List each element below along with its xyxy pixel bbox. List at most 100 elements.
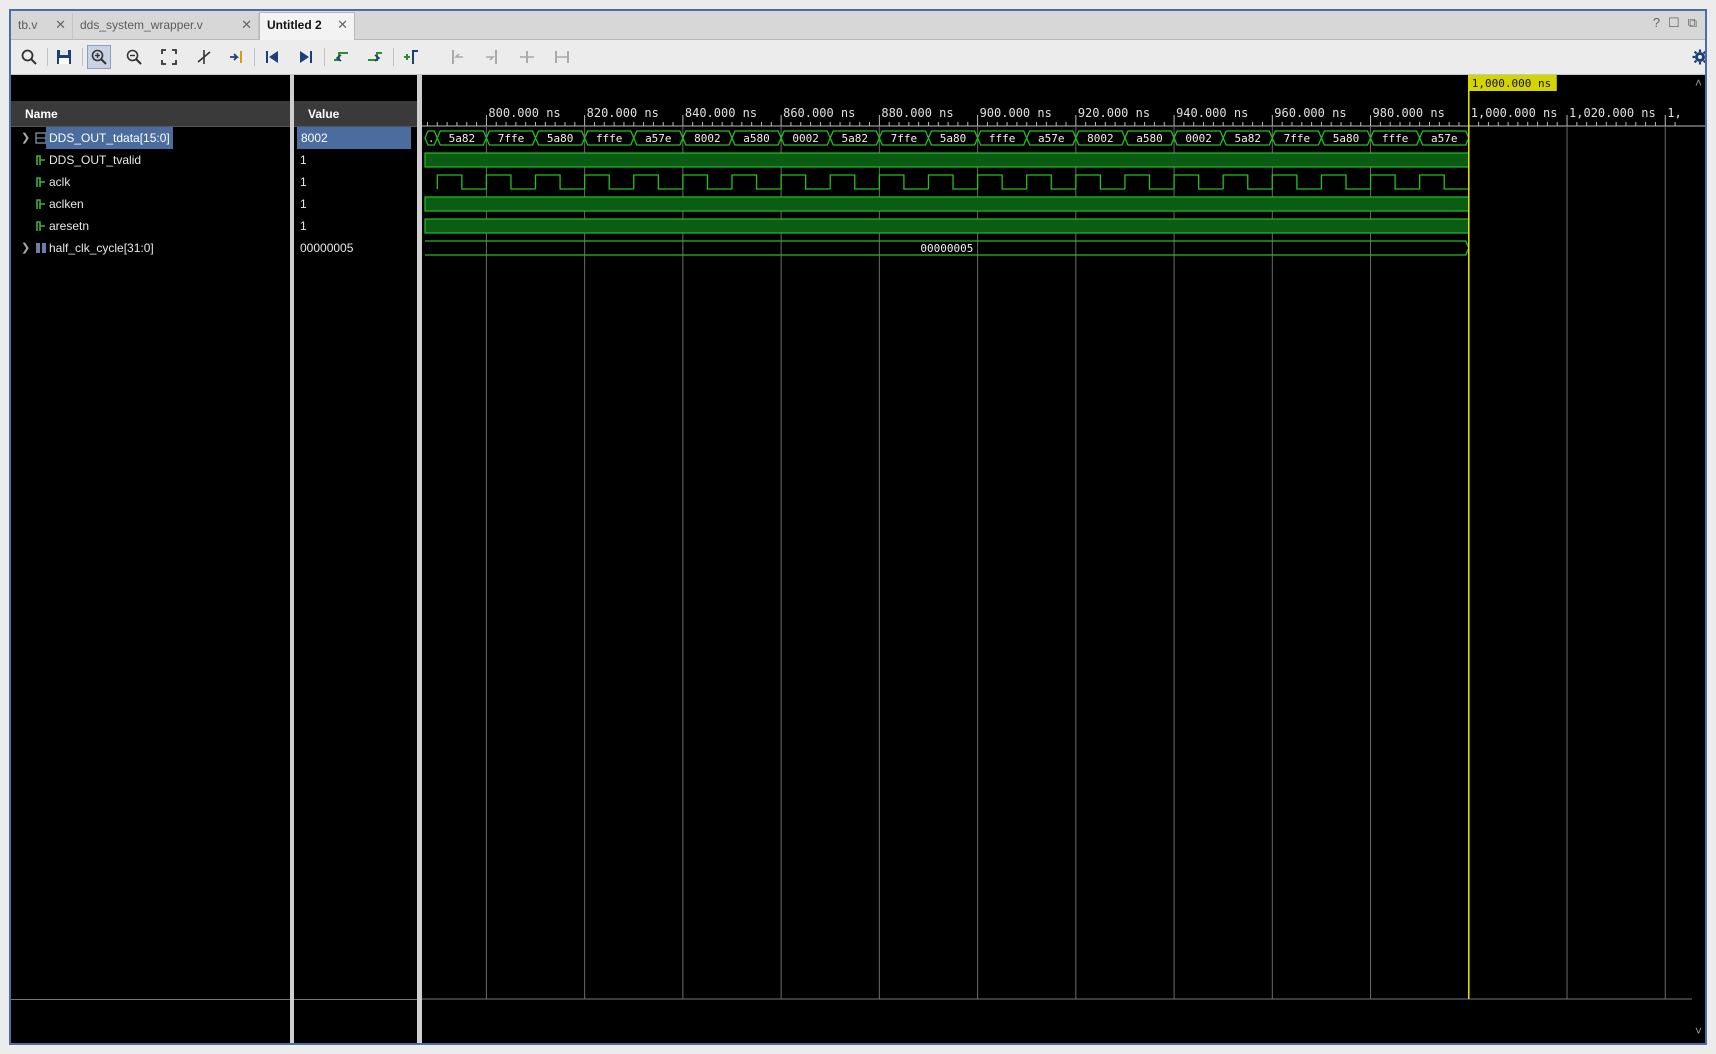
scrollbar-thumb[interactable]: [1392, 1044, 1697, 1045]
previous-marker-icon: [445, 45, 469, 69]
tab-bar: tb.v ✕ dds_system_wrapper.v ✕ Untitled 2…: [11, 11, 1705, 40]
bus-signal-icon: [36, 243, 46, 253]
ruler-tick-label: 940.000 ns: [1176, 106, 1248, 120]
ruler-tick-label: 880.000 ns: [881, 106, 953, 120]
tab-label: tb.v: [18, 18, 38, 32]
tab-untitled-2[interactable]: Untitled 2 ✕: [259, 12, 355, 40]
ruler-tick-label: 860.000 ns: [783, 106, 855, 120]
previous-transition-icon[interactable]: [329, 45, 353, 69]
go-to-cursor-icon[interactable]: [192, 45, 216, 69]
bus-value-label: a57e: [1038, 132, 1065, 145]
signal-name-panel: Name ❯ DDS_OUT_tdata[15:0] DDS_OUT_tvali…: [11, 75, 290, 1043]
restore-icon[interactable]: ⧉: [1688, 15, 1697, 35]
save-icon[interactable]: [52, 45, 76, 69]
divider: [11, 999, 290, 1000]
cursor-to-marker-icon[interactable]: [225, 45, 249, 69]
signal-row-dds-out-tdata[interactable]: ❯ DDS_OUT_tdata[15:0]: [11, 127, 290, 149]
swap-cursors-icon: [515, 45, 539, 69]
signal-name: aclken: [49, 197, 84, 211]
bit-signal-icon: [36, 199, 45, 209]
signal-row-aclk[interactable]: aclk: [11, 171, 290, 193]
bus-value-label: 5a82: [449, 132, 476, 145]
zoom-out-icon[interactable]: [122, 45, 146, 69]
scroll-up-icon: ˄: [1695, 76, 1702, 90]
bus-value-label: a57e: [1431, 132, 1458, 145]
waveform-canvas[interactable]: 800.000 ns 820.000 ns 840.000 ns 860.000 ns…: [422, 75, 1707, 1045]
signal-name: half_clk_cycle[31:0]: [49, 241, 154, 255]
waveform-horizontal-scrollbar[interactable]: < >: [422, 1039, 1705, 1045]
toolbar: [11, 40, 1705, 75]
scroll-right-icon[interactable]: >: [405, 1039, 413, 1043]
bus-value-label: 5a80: [940, 132, 967, 145]
bus-value-label: 8002: [1087, 132, 1114, 145]
name-column-header[interactable]: Name: [11, 101, 290, 127]
close-icon[interactable]: ✕: [337, 13, 348, 37]
cursor-label: 1,000.000 ns: [1472, 77, 1551, 90]
ruler-tick-label: 1,000.000 ns: [1471, 106, 1558, 120]
signal-value-panel: Value 8002 1 1 1 1 00000005 < >: [294, 75, 417, 1043]
signal-row-half-clk-cycle[interactable]: ❯ half_clk_cycle[31:0]: [11, 237, 290, 259]
bus-value-label: 5a80: [547, 132, 574, 145]
signal-value: 1: [300, 219, 307, 233]
ruler-tick-label: 800.000 ns: [488, 106, 560, 120]
maximize-icon[interactable]: ☐: [1668, 15, 1680, 35]
signal-name: DDS_OUT_tdata[15:0]: [46, 127, 173, 149]
signal-name: DDS_OUT_tvalid: [49, 153, 142, 167]
close-icon[interactable]: ✕: [241, 13, 252, 37]
close-icon[interactable]: ✕: [55, 13, 66, 37]
bus-value-label: fffe: [989, 132, 1016, 145]
value-horizontal-scrollbar[interactable]: < >: [294, 1039, 417, 1043]
clock-trace: [436, 174, 1469, 190]
bus-value-label: 7ffe: [498, 132, 525, 145]
high-signal-trace: [424, 218, 1470, 234]
zoom-fit-icon[interactable]: [157, 45, 181, 69]
signal-name: aresetn: [49, 219, 90, 233]
scroll-left-icon[interactable]: <: [298, 1039, 306, 1043]
gear-icon[interactable]: [1688, 45, 1705, 69]
go-to-last-time-icon[interactable]: [294, 45, 318, 69]
ruler-tick-label: 1,: [1667, 106, 1681, 120]
bus-value-label: 0002: [1185, 132, 1212, 145]
help-icon[interactable]: ?: [1653, 15, 1660, 35]
signal-value: 1: [300, 175, 307, 189]
scroll-down-icon: ˅: [1695, 1024, 1702, 1038]
window-controls: ? ☐ ⧉: [1653, 15, 1697, 35]
chevron-right-icon[interactable]: ❯: [21, 237, 31, 259]
signal-value: 8002: [297, 127, 411, 149]
bus-value-label: a57e: [645, 132, 672, 145]
waveform-panel[interactable]: 800.000 ns 820.000 ns 840.000 ns 860.000 ns…: [422, 75, 1707, 1045]
divider: [294, 999, 417, 1000]
bus-value-label: 8002: [694, 132, 721, 145]
signal-row-aresetn[interactable]: aresetn: [11, 215, 290, 237]
bus-value-label: 5a82: [1234, 132, 1261, 145]
bus-value-label: 00000005: [920, 242, 973, 255]
next-marker-icon: [480, 45, 504, 69]
ruler-tick-label: 840.000 ns: [685, 106, 757, 120]
bus-value-label: a580: [743, 132, 770, 145]
signal-row-dds-out-tvalid[interactable]: DDS_OUT_tvalid: [11, 149, 290, 171]
go-to-time-zero-icon[interactable]: [260, 45, 284, 69]
tab-tb-v[interactable]: tb.v ✕: [11, 13, 73, 39]
value-column-header[interactable]: Value: [294, 101, 417, 127]
bus-value-label: 7ffe: [1284, 132, 1311, 145]
floating-ruler-icon: [550, 45, 574, 69]
tab-label: dds_system_wrapper.v: [80, 18, 203, 32]
search-icon[interactable]: [17, 45, 41, 69]
bus-value-label: 5a82: [842, 132, 869, 145]
scroll-right-icon[interactable]: >: [1695, 1039, 1703, 1043]
bit-signal-icon: [36, 221, 45, 231]
ruler-tick-label: 980.000 ns: [1373, 106, 1445, 120]
bus-value-label: 5a80: [1333, 132, 1360, 145]
zoom-in-icon[interactable]: [87, 45, 111, 69]
next-transition-icon[interactable]: [363, 45, 387, 69]
signal-value: 1: [300, 153, 307, 167]
signal-row-aclken[interactable]: aclken: [11, 193, 290, 215]
add-marker-icon[interactable]: [399, 45, 423, 69]
tab-dds-system-wrapper[interactable]: dds_system_wrapper.v ✕: [73, 13, 259, 39]
signal-name: aclk: [49, 175, 71, 189]
scroll-left-icon[interactable]: <: [426, 1039, 434, 1043]
signal-value: 1: [300, 197, 307, 211]
bus-value-label: .: [428, 132, 435, 145]
chevron-right-icon[interactable]: ❯: [21, 127, 31, 149]
bus-value-label: a580: [1136, 132, 1163, 145]
